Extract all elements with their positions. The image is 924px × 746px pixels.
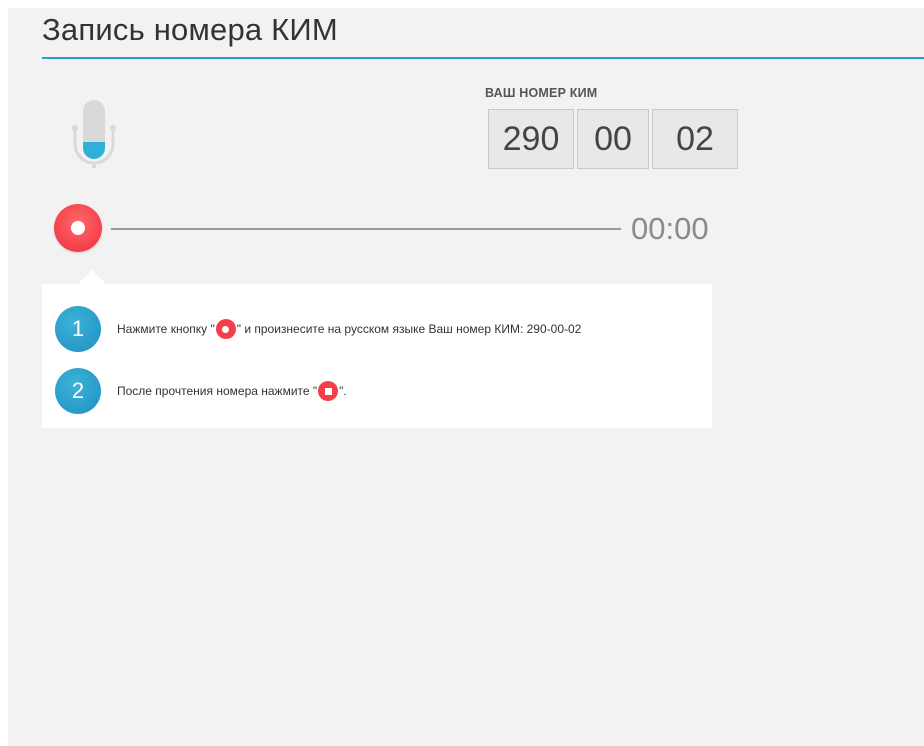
app-root: Запись номера КИМ ВАШ НОМЕР КИМ 290 00 0… (8, 8, 924, 746)
stop-icon (318, 381, 339, 401)
title-divider (42, 57, 924, 59)
instructions-panel: 1 Нажмите кнопку " " и произнесите на ру… (42, 270, 712, 428)
step-text-after: ". (339, 384, 347, 398)
step-text-before: После прочтения номера нажмите " (117, 384, 318, 398)
step-text: Нажмите кнопку " " и произнесите на русс… (117, 319, 581, 339)
kim-part-3: 02 (652, 109, 738, 169)
step-text-before: Нажмите кнопку " (117, 322, 215, 336)
kim-part-1: 290 (488, 109, 574, 169)
page-title: Запись номера КИМ (42, 12, 338, 47)
record-icon (71, 221, 85, 235)
kim-number: 290 00 02 (488, 109, 738, 169)
record-button[interactable] (54, 204, 102, 252)
record-icon (215, 319, 236, 339)
kim-label: ВАШ НОМЕР КИМ (485, 86, 598, 100)
instruction-step-2: 2 После прочтения номера нажмите " ". (55, 368, 347, 414)
recording-timer: 00:00 (631, 211, 709, 246)
instruction-step-1: 1 Нажмите кнопку " " и произнесите на ру… (55, 306, 581, 352)
step-number-badge: 1 (55, 306, 101, 352)
step-text: После прочтения номера нажмите " ". (117, 381, 347, 401)
recording-progress-bar (111, 228, 621, 230)
step-number-badge: 2 (55, 368, 101, 414)
step-text-after: " и произнесите на русском языке Ваш ном… (236, 322, 582, 336)
kim-part-2: 00 (577, 109, 649, 169)
microphone-icon (72, 100, 116, 168)
